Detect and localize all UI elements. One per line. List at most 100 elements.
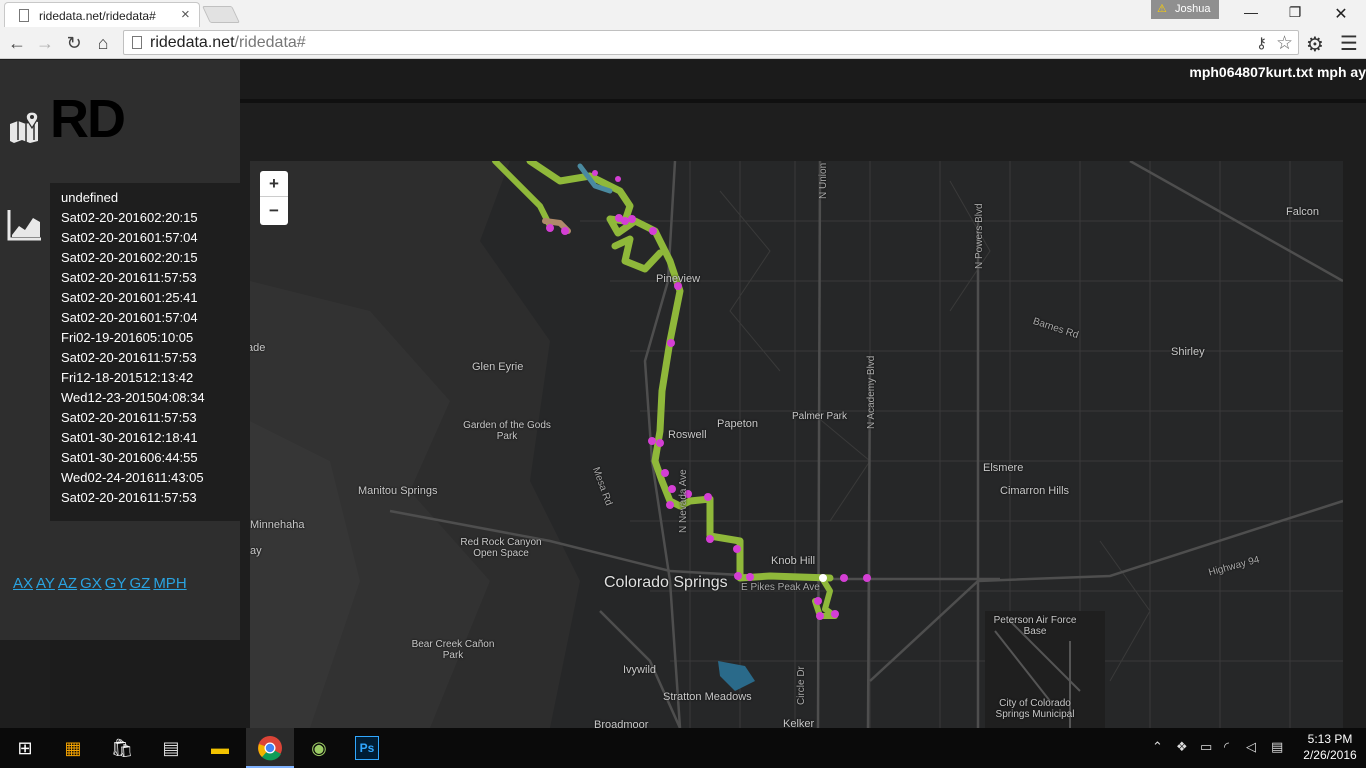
gear-icon[interactable]: ⚙ bbox=[1306, 32, 1324, 57]
map-label: Colorado Springs bbox=[604, 574, 728, 591]
browser-titlebar: ridedata.net/ridedata# × ⚠ Joshua — ❐ ✕ bbox=[0, 0, 1366, 27]
map-label: Garden of the Gods Park bbox=[463, 420, 551, 442]
forward-button[interactable]: → bbox=[34, 32, 56, 54]
calculator-icon[interactable]: ▤ bbox=[158, 735, 184, 761]
ride-item[interactable]: Fri12-18-201512:13:42 bbox=[61, 368, 240, 388]
close-window-button[interactable]: ✕ bbox=[1326, 4, 1356, 23]
map-label: Peterson Air Force Base bbox=[993, 615, 1077, 637]
browser-tab[interactable]: ridedata.net/ridedata# × bbox=[4, 2, 200, 27]
map-label: ade bbox=[250, 342, 266, 354]
map-label: Red Rock Canyon Open Space bbox=[460, 537, 542, 559]
page-content: mph064807kurt.txt mph ay RD undefined Sat… bbox=[0, 60, 1366, 728]
url-host: ridedata.net bbox=[150, 34, 235, 51]
ride-map[interactable]: Glen Eyrie Pineview Garden of the Gods P… bbox=[250, 161, 1343, 728]
metric-link-gy[interactable]: GY bbox=[105, 575, 127, 592]
address-bar[interactable]: ridedata.net/ridedata# ⚷ ☆ bbox=[123, 30, 1299, 55]
url-path: /ridedata# bbox=[234, 34, 306, 51]
metric-links: AX AY AZ GX GY GZ MPH bbox=[13, 575, 190, 593]
ride-item[interactable]: Sat01-30-201606:44:55 bbox=[61, 448, 240, 468]
sidebar-footer bbox=[50, 640, 250, 728]
tab-title: ridedata.net/ridedata# bbox=[39, 9, 156, 23]
reload-button[interactable]: ↻ bbox=[63, 32, 85, 54]
profile-button[interactable]: ⚠ Joshua bbox=[1151, 0, 1219, 19]
metric-link-gx[interactable]: GX bbox=[80, 575, 102, 592]
store-icon[interactable]: 🛍 bbox=[109, 735, 135, 761]
ride-item[interactable]: Wed12-23-201504:08:34 bbox=[61, 388, 240, 408]
page-icon bbox=[19, 9, 29, 22]
tab-close-button[interactable]: × bbox=[181, 6, 190, 23]
chevron-up-icon[interactable]: ⌃ bbox=[1152, 739, 1163, 755]
map-label: Cimarron Hills bbox=[1000, 485, 1070, 497]
ride-item[interactable]: Fri02-19-201605:10:05 bbox=[61, 328, 240, 348]
android-studio-icon[interactable]: ◉ bbox=[306, 735, 332, 761]
key-icon[interactable]: ⚷ bbox=[1256, 34, 1267, 52]
wifi-icon[interactable]: ◜ bbox=[1224, 739, 1229, 755]
ride-item[interactable]: Sat01-30-201612:18:41 bbox=[61, 428, 240, 448]
metric-link-ax[interactable]: AX bbox=[13, 575, 33, 592]
apps-grid-icon[interactable]: ▦ bbox=[60, 735, 86, 761]
browser-toolbar: ← → ↻ ⌂ ridedata.net/ridedata# ⚷ ☆ ⚙ ☰ bbox=[0, 27, 1366, 59]
road-label: N Nevada Ave bbox=[678, 469, 689, 533]
chrome-icon[interactable] bbox=[257, 735, 283, 761]
file-label: mph064807kurt.txt mph ay bbox=[1189, 64, 1366, 80]
map-label: Pineview bbox=[656, 273, 701, 285]
volume-icon[interactable]: ◁ bbox=[1246, 739, 1256, 755]
ride-item[interactable]: Sat02-20-201601:25:41 bbox=[61, 288, 240, 308]
sidebar: RD undefined Sat02-20-201602:20:15 Sat02-2… bbox=[0, 60, 240, 640]
file-explorer-icon[interactable]: ▬ bbox=[207, 735, 233, 761]
map-label: Elsmere bbox=[983, 462, 1024, 474]
start-button[interactable]: ⊞ bbox=[12, 735, 38, 761]
ride-item[interactable]: Sat02-20-201602:20:15 bbox=[61, 248, 240, 268]
map-label: Knob Hill bbox=[771, 555, 816, 567]
map-label: Bear Creek Cañon Park bbox=[411, 639, 495, 661]
metric-link-ay[interactable]: AY bbox=[36, 575, 55, 592]
metric-link-az[interactable]: AZ bbox=[58, 575, 77, 592]
map-label: City of Colorado Springs Municipal bbox=[995, 698, 1075, 720]
ride-item[interactable]: Sat02-20-201611:57:53 bbox=[61, 408, 240, 428]
minimize-button[interactable]: — bbox=[1236, 4, 1266, 22]
menu-icon[interactable]: ☰ bbox=[1340, 31, 1358, 56]
road-label: N Union Blvd bbox=[818, 161, 829, 199]
clock-time[interactable]: 5:13 PM bbox=[1305, 732, 1355, 746]
maximize-button[interactable]: ❐ bbox=[1280, 4, 1310, 22]
clock-date[interactable]: 2/26/2016 bbox=[1300, 748, 1360, 762]
map-label: Ivywild bbox=[623, 664, 657, 676]
back-button[interactable]: ← bbox=[6, 32, 28, 54]
road-label: N Powers Blvd bbox=[974, 203, 985, 269]
metric-link-gz[interactable]: GZ bbox=[129, 575, 150, 592]
home-button[interactable]: ⌂ bbox=[92, 32, 114, 54]
notifications-icon[interactable]: ▤ bbox=[1271, 739, 1283, 755]
ride-item[interactable]: Sat02-20-201611:57:53 bbox=[61, 268, 240, 288]
zoom-in-button[interactable]: + bbox=[260, 171, 288, 197]
map-label: Kelker bbox=[783, 718, 815, 728]
map-icon[interactable] bbox=[8, 110, 42, 144]
ride-item[interactable]: Sat02-20-201611:57:53 bbox=[61, 348, 240, 368]
header-divider bbox=[240, 99, 1366, 103]
battery-icon[interactable]: ▭ bbox=[1200, 739, 1212, 755]
chart-icon[interactable] bbox=[7, 208, 43, 242]
map-label: Manitou Springs bbox=[358, 485, 438, 497]
ride-item[interactable]: undefined bbox=[61, 188, 240, 208]
profile-name: Joshua bbox=[1175, 3, 1211, 15]
warning-icon: ⚠ bbox=[1157, 3, 1167, 15]
map-label: Minnehaha bbox=[250, 519, 305, 531]
ride-item[interactable]: Sat02-20-201602:20:15 bbox=[61, 208, 240, 228]
ride-item[interactable]: Sat02-20-201601:57:04 bbox=[61, 228, 240, 248]
photoshop-icon[interactable]: Ps bbox=[355, 736, 379, 760]
bookmark-star-icon[interactable]: ☆ bbox=[1276, 32, 1293, 55]
ride-item[interactable]: Wed02-24-201611:43:05 bbox=[61, 468, 240, 488]
dropbox-icon[interactable]: ❖ bbox=[1176, 739, 1188, 755]
map-label: Falcon bbox=[1286, 206, 1320, 218]
map-label: Roswell bbox=[668, 429, 707, 441]
ride-item[interactable]: Sat02-20-201611:57:53 bbox=[61, 488, 240, 508]
map-label: Stratton Meadows bbox=[663, 691, 752, 703]
new-tab-button[interactable] bbox=[202, 6, 240, 23]
url-text[interactable]: ridedata.net/ridedata# bbox=[150, 34, 306, 52]
metric-link-mph[interactable]: MPH bbox=[153, 575, 186, 592]
ride-item[interactable]: Sat02-20-201601:57:04 bbox=[61, 308, 240, 328]
map-label: Broadmoor bbox=[594, 719, 649, 728]
map-label: E Pikes Peak Ave bbox=[741, 582, 820, 593]
page-icon bbox=[132, 36, 142, 49]
ride-list: undefined Sat02-20-201602:20:15 Sat02-20-2… bbox=[50, 183, 240, 521]
zoom-out-button[interactable]: − bbox=[260, 198, 288, 224]
